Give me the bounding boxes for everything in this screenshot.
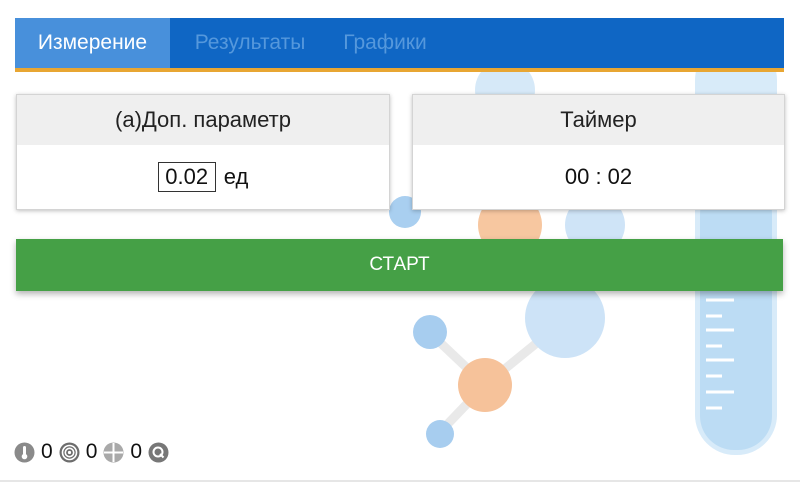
crosshair-icon (103, 442, 124, 463)
status-crosshair: 0 (103, 440, 148, 464)
parameter-card: (а)Доп. параметр ед (16, 94, 390, 210)
spiral-value: 0 (85, 440, 98, 463)
timer-card-body: 00 : 02 (413, 145, 784, 209)
parameter-card-title: (а)Доп. параметр (17, 95, 389, 145)
q-icon (148, 442, 169, 463)
thermometer-icon (14, 442, 35, 463)
app-window: Измерение Результаты Графики (а)Доп. пар… (0, 0, 800, 482)
tab-measurement[interactable]: Измерение (15, 18, 170, 68)
spiral-icon (59, 442, 80, 463)
parameter-input[interactable] (157, 162, 216, 192)
tab-label: Графики (343, 31, 427, 54)
molecule-lower (413, 278, 605, 448)
parameter-card-body: ед (17, 145, 389, 209)
crosshair-value: 0 (130, 440, 143, 463)
temperature-value: 0 (41, 440, 53, 463)
status-spiral: 0 (59, 440, 104, 464)
status-temperature: 0 (14, 440, 59, 464)
tab-accent-line (15, 68, 784, 72)
tab-graphs[interactable]: Графики (330, 18, 440, 68)
tab-label: Результаты (194, 31, 306, 54)
start-button[interactable]: СТАРТ (16, 239, 783, 291)
status-q (148, 442, 169, 463)
timer-value: 00 : 02 (564, 164, 633, 189)
timer-card-title: Таймер (413, 95, 784, 145)
tab-label: Измерение (37, 31, 148, 54)
parameter-unit: ед (223, 164, 249, 189)
timer-card: Таймер 00 : 02 (412, 94, 785, 210)
tab-results[interactable]: Результаты (170, 18, 330, 68)
start-button-label: СТАРТ (369, 254, 430, 275)
status-bar: 0 0 0 (14, 440, 169, 464)
tab-bar: Измерение Результаты Графики (15, 18, 784, 68)
